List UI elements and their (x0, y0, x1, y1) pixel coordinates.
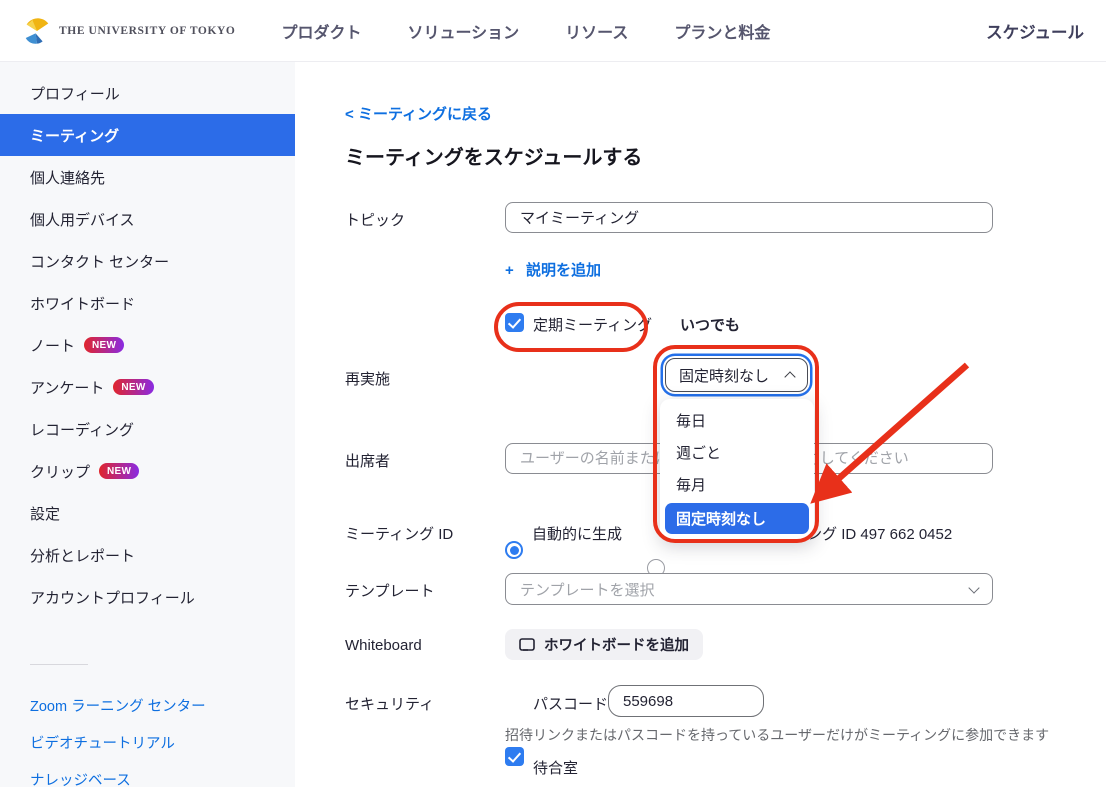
sidebar-link-learning-center[interactable]: Zoom ラーニング センター (0, 695, 295, 716)
logo-text: THE UNIVERSITY OF TOKYO (59, 25, 235, 37)
nav-item-plans-pricing[interactable]: プランと料金 (674, 19, 770, 43)
chevron-down-icon (968, 582, 979, 593)
add-description-link[interactable]: + 説明を追加 (505, 259, 601, 280)
sidebar-item-settings[interactable]: 設定 (0, 492, 295, 534)
template-placeholder: テンプレートを選択 (520, 579, 655, 600)
nav-item-resources[interactable]: リソース (565, 19, 628, 43)
new-badge: NEW (113, 379, 153, 395)
sidebar-item-reports[interactable]: 分析とレポート (0, 534, 295, 576)
sidebar-link-knowledge-base[interactable]: ナレッジベース (0, 769, 295, 787)
sidebar-item-account-profile[interactable]: アカウントプロフィール (0, 576, 295, 618)
university-of-tokyo-logo[interactable]: THE UNIVERSITY OF TOKYO (22, 16, 235, 46)
recurring-meeting-checkbox[interactable] (505, 313, 524, 332)
nav-item-solutions[interactable]: ソリューション (407, 19, 519, 43)
nav-item-products[interactable]: プロダクト (281, 19, 361, 43)
sidebar-item-contact-center[interactable]: コンタクト センター (0, 240, 295, 282)
sidebar-item-surveys[interactable]: アンケートNEW (0, 366, 295, 408)
meeting-id-auto-radio[interactable] (505, 541, 523, 559)
meeting-id-label: ミーティング ID (345, 523, 453, 544)
recurrence-selected-value: 固定時刻なし (679, 365, 769, 386)
sidebar-item-personal-devices[interactable]: 個人用デバイス (0, 198, 295, 240)
attendees-label: 出席者 (345, 450, 390, 471)
passcode-checkbox[interactable] (505, 747, 524, 766)
sidebar-item-meetings[interactable]: ミーティング (0, 114, 295, 156)
page-title: ミーティングをスケジュールする (345, 141, 642, 170)
template-label: テンプレート (345, 580, 435, 601)
passcode-label: パスコード (533, 693, 608, 714)
add-whiteboard-button[interactable]: ホワイトボードを追加 (505, 629, 703, 660)
menu-item-daily[interactable]: 毎日 (660, 404, 814, 436)
schedule-button[interactable]: スケジュール (986, 19, 1084, 43)
new-badge: NEW (99, 463, 139, 479)
recurrence-dropdown[interactable]: 固定時刻なし (665, 358, 808, 392)
new-badge: NEW (84, 337, 124, 353)
whiteboard-label: Whiteboard (345, 637, 422, 654)
menu-item-weekly[interactable]: 週ごと (660, 436, 814, 468)
sidebar-divider (30, 664, 88, 665)
sidebar: プロフィール ミーティング 個人連絡先 個人用デバイス コンタクト センター ホ… (0, 62, 295, 787)
sidebar-item-whiteboard[interactable]: ホワイトボード (0, 282, 295, 324)
sidebar-link-video-tutorials[interactable]: ビデオチュートリアル (0, 732, 295, 753)
menu-item-no-fixed-time[interactable]: 固定時刻なし (665, 503, 809, 534)
meeting-id-auto-label: 自動的に生成 (532, 523, 622, 544)
sidebar-item-notes[interactable]: ノートNEW (0, 324, 295, 366)
template-select[interactable]: テンプレートを選択 (505, 573, 993, 605)
sidebar-item-profile[interactable]: プロフィール (0, 72, 295, 114)
recurring-meeting-label: 定期ミーティング (533, 314, 652, 335)
back-chevron-icon: < (345, 106, 354, 123)
chevron-up-icon (784, 371, 795, 382)
sidebar-item-recordings[interactable]: レコーディング (0, 408, 295, 450)
topic-label: トピック (345, 209, 405, 230)
whiteboard-icon (519, 638, 535, 652)
sidebar-item-clips[interactable]: クリップNEW (0, 450, 295, 492)
recurrence-label: 再実施 (345, 368, 390, 389)
menu-item-monthly[interactable]: 毎月 (660, 468, 814, 500)
top-navigation-bar: THE UNIVERSITY OF TOKYO プロダクト ソリューション リソ… (0, 0, 1106, 62)
plus-icon: + (505, 262, 514, 279)
main-content: < ミーティングに戻る ミーティングをスケジュールする トピック + 説明を追加… (295, 62, 1106, 787)
passcode-help-text: 招待リンクまたはパスコードを持っているユーザーだけがミーティングに参加できます (505, 725, 1049, 745)
anytime-text: いつでも (680, 314, 740, 335)
back-to-meetings-link[interactable]: < ミーティングに戻る (345, 103, 492, 124)
recurrence-dropdown-menu: 毎日 週ごと 毎月 固定時刻なし (660, 399, 814, 541)
ginkgo-leaf-icon (22, 16, 52, 46)
security-label: セキュリティ (345, 693, 434, 714)
sidebar-item-personal-contacts[interactable]: 個人連絡先 (0, 156, 295, 198)
waiting-room-label: 待合室 (533, 757, 578, 778)
passcode-input[interactable] (608, 685, 764, 717)
topic-input[interactable] (505, 202, 993, 233)
